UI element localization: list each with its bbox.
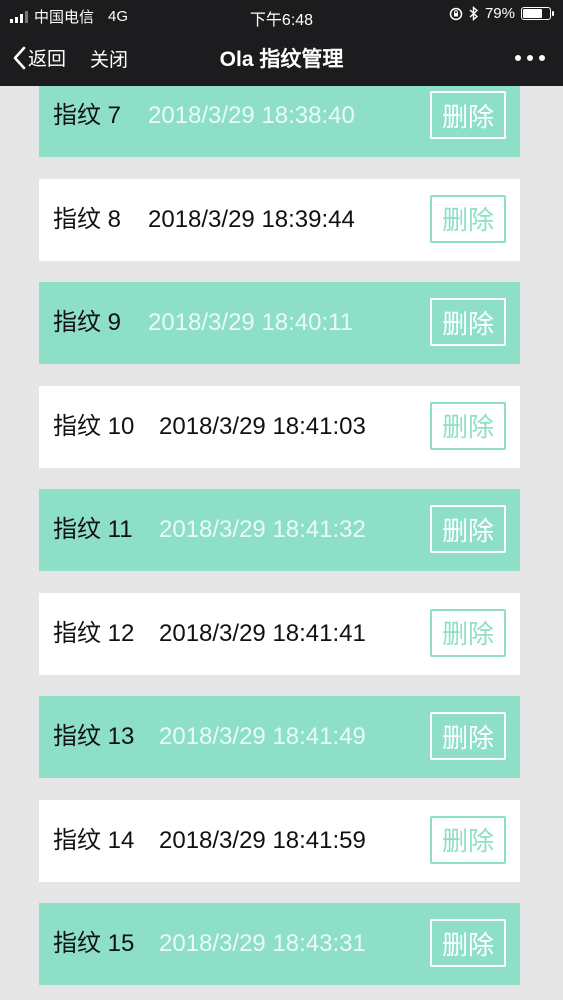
fingerprint-name: 指纹 15 (53, 930, 135, 957)
fingerprint-time: 2018/3/29 18:41:41 (159, 619, 366, 647)
fingerprint-name: 指纹 12 (53, 619, 135, 647)
fingerprint-time: 2018/3/29 18:41:59 (159, 826, 366, 854)
more-icon[interactable] (515, 55, 545, 61)
delete-button[interactable]: 删除 (430, 815, 506, 864)
fingerprint-row[interactable]: 指纹 8 2018/3/29 18:39:44 删除 (39, 178, 520, 261)
fingerprint-row[interactable]: 指纹 13 2018/3/29 18:41:49 删除 (39, 696, 520, 778)
fingerprint-row[interactable]: 指纹 10 2018/3/29 18:41:03 删除 (39, 385, 520, 468)
fingerprint-name: 指纹 14 (53, 826, 135, 854)
delete-button[interactable]: 删除 (430, 194, 506, 243)
fingerprint-row[interactable]: 指纹 14 2018/3/29 18:41:59 删除 (39, 799, 520, 882)
fingerprint-name: 指纹 7 (53, 102, 122, 129)
fingerprint-name: 指纹 10 (53, 412, 135, 440)
delete-button[interactable]: 删除 (430, 505, 506, 553)
fingerprint-name: 指纹 9 (53, 309, 122, 336)
back-chevron-icon (13, 46, 26, 69)
nav-bar: 返回 关闭 Ola 指纹管理 (0, 30, 563, 86)
fingerprint-time: 2018/3/29 18:40:11 (148, 309, 354, 336)
back-label: 返回 (28, 49, 67, 70)
fingerprint-time: 2018/3/29 18:41:49 (159, 723, 366, 750)
fingerprint-list[interactable]: 指纹 7 2018/3/29 18:38:40 删除 指纹 8 2018/3/29 18… (0, 86, 563, 1000)
fingerprint-name: 指纹 8 (53, 205, 122, 233)
fingerprint-row[interactable]: 指纹 11 2018/3/29 18:41:32 删除 (39, 489, 520, 571)
delete-button[interactable]: 删除 (430, 91, 506, 139)
delete-button[interactable]: 删除 (430, 298, 506, 346)
battery-icon (521, 7, 554, 20)
fingerprint-row[interactable]: 指纹 15 2018/3/29 18:43:31 删除 (39, 903, 520, 985)
fingerprint-time: 2018/3/29 18:41:03 (159, 412, 366, 440)
fingerprint-time: 2018/3/29 18:39:44 (148, 205, 355, 233)
location-lock-icon (449, 7, 463, 20)
delete-button[interactable]: 删除 (430, 608, 506, 657)
fingerprint-name: 指纹 13 (53, 723, 135, 750)
close-button[interactable]: 关闭 (90, 45, 128, 72)
fingerprint-row[interactable]: 指纹 12 2018/3/29 18:41:41 删除 (39, 592, 520, 675)
delete-button[interactable]: 删除 (430, 919, 506, 967)
battery-percent: 79% (484, 5, 515, 22)
delete-button[interactable]: 删除 (430, 712, 506, 760)
bluetooth-icon (469, 6, 479, 21)
fingerprint-time: 2018/3/29 18:43:31 (159, 930, 366, 957)
status-right: 79% (449, 5, 554, 22)
delete-button[interactable]: 删除 (430, 401, 506, 450)
fingerprint-time: 2018/3/29 18:38:40 (148, 102, 355, 129)
back-button[interactable]: 返回 (12, 44, 66, 71)
fingerprint-name: 指纹 11 (53, 516, 133, 543)
fingerprint-time: 2018/3/29 18:41:32 (159, 516, 366, 543)
battery-fill (523, 9, 542, 18)
fingerprint-row[interactable]: 指纹 9 2018/3/29 18:40:11 删除 (39, 282, 520, 364)
status-bar: 中国电信 4G 下午6:48 79% (0, 0, 563, 30)
fingerprint-row[interactable]: 指纹 7 2018/3/29 18:38:40 删除 (39, 86, 520, 157)
page-title: Ola 指纹管理 (219, 48, 344, 71)
